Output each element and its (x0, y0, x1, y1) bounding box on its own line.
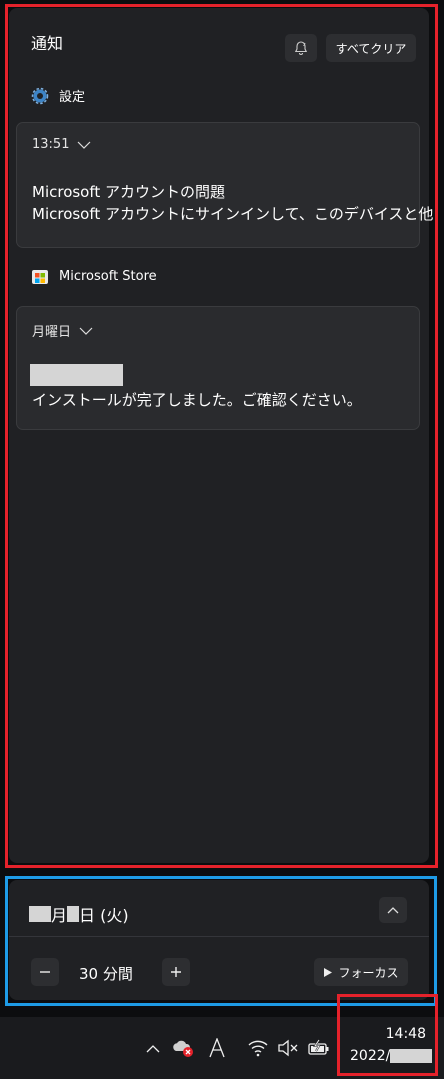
notification-card-store[interactable]: 月曜日 インストールが完了しました。ご確認ください。 (16, 306, 420, 430)
notification-body: Microsoft アカウントにサインインして、このデバイスと他 (32, 205, 434, 223)
calendar-date: 月 日 (火) (29, 902, 129, 926)
notification-time[interactable]: 月曜日 (32, 321, 93, 340)
bell-snooze-icon: z (294, 41, 308, 55)
app-name-store: Microsoft Store (59, 268, 157, 284)
notification-time-label: 月曜日 (32, 325, 72, 340)
settings-gear-icon (31, 87, 49, 105)
taskbar-clock[interactable]: 14:48 2022/ (338, 994, 436, 1074)
input-method-icon[interactable] (206, 1034, 228, 1062)
onedrive-icon[interactable] (171, 1034, 195, 1062)
divider (9, 936, 429, 937)
minus-icon (40, 971, 50, 973)
do-not-disturb-button[interactable]: z (285, 34, 317, 62)
decrease-duration-button[interactable] (31, 958, 59, 986)
start-focus-button[interactable]: フォーカス (314, 958, 408, 986)
chevron-up-icon (146, 1044, 160, 1052)
microsoft-store-icon (31, 267, 49, 285)
chevron-down-icon (79, 327, 93, 335)
svg-text:z: z (303, 42, 306, 48)
redacted-day (67, 906, 80, 922)
play-icon (324, 967, 333, 977)
app-name-settings: 設定 (59, 90, 86, 105)
calendar-panel: 月 日 (火) 30 分間 フォーカス (9, 880, 429, 1000)
wifi-icon[interactable] (246, 1034, 270, 1062)
notification-time[interactable]: 13:51 (32, 137, 91, 152)
notification-card-settings[interactable]: 13:51 Microsoft アカウントの問題 Microsoft アカウント… (16, 122, 433, 248)
redacted-app-name (30, 364, 123, 386)
expand-calendar-button[interactable] (379, 897, 407, 923)
chevron-up-icon (387, 907, 399, 914)
chevron-down-icon (78, 141, 91, 149)
clock-time: 14:48 (385, 1026, 426, 1042)
app-header-store: Microsoft Store (31, 267, 157, 285)
clock-date-prefix: 2022/ (350, 1048, 391, 1064)
month-suffix: 月 (51, 906, 68, 925)
clear-all-button[interactable]: すべてクリア (326, 34, 416, 62)
notification-body: インストールが完了しました。ご確認ください。 (32, 391, 362, 409)
plus-icon (171, 967, 181, 977)
notification-center-title: 通知 (31, 34, 64, 53)
increase-duration-button[interactable] (162, 958, 190, 986)
show-hidden-icons-button[interactable] (143, 1034, 163, 1062)
clock-date: 2022/ (350, 1048, 433, 1064)
notification-time-label: 13:51 (32, 137, 70, 152)
app-header-settings: 設定 (31, 86, 85, 105)
redacted-date (390, 1049, 433, 1063)
focus-label: フォーカス (338, 965, 399, 980)
volume-muted-icon[interactable] (276, 1034, 300, 1062)
notification-center: 通知 z すべてクリア 設定 13:51 Microsoft アカウントの問題 … (9, 8, 433, 863)
notification-title: Microsoft アカウントの問題 (32, 183, 226, 201)
focus-duration: 30 分間 (79, 965, 133, 983)
battery-charging-icon[interactable] (306, 1034, 332, 1062)
day-suffix: 日 (火) (79, 906, 129, 925)
redacted-month (29, 906, 51, 922)
